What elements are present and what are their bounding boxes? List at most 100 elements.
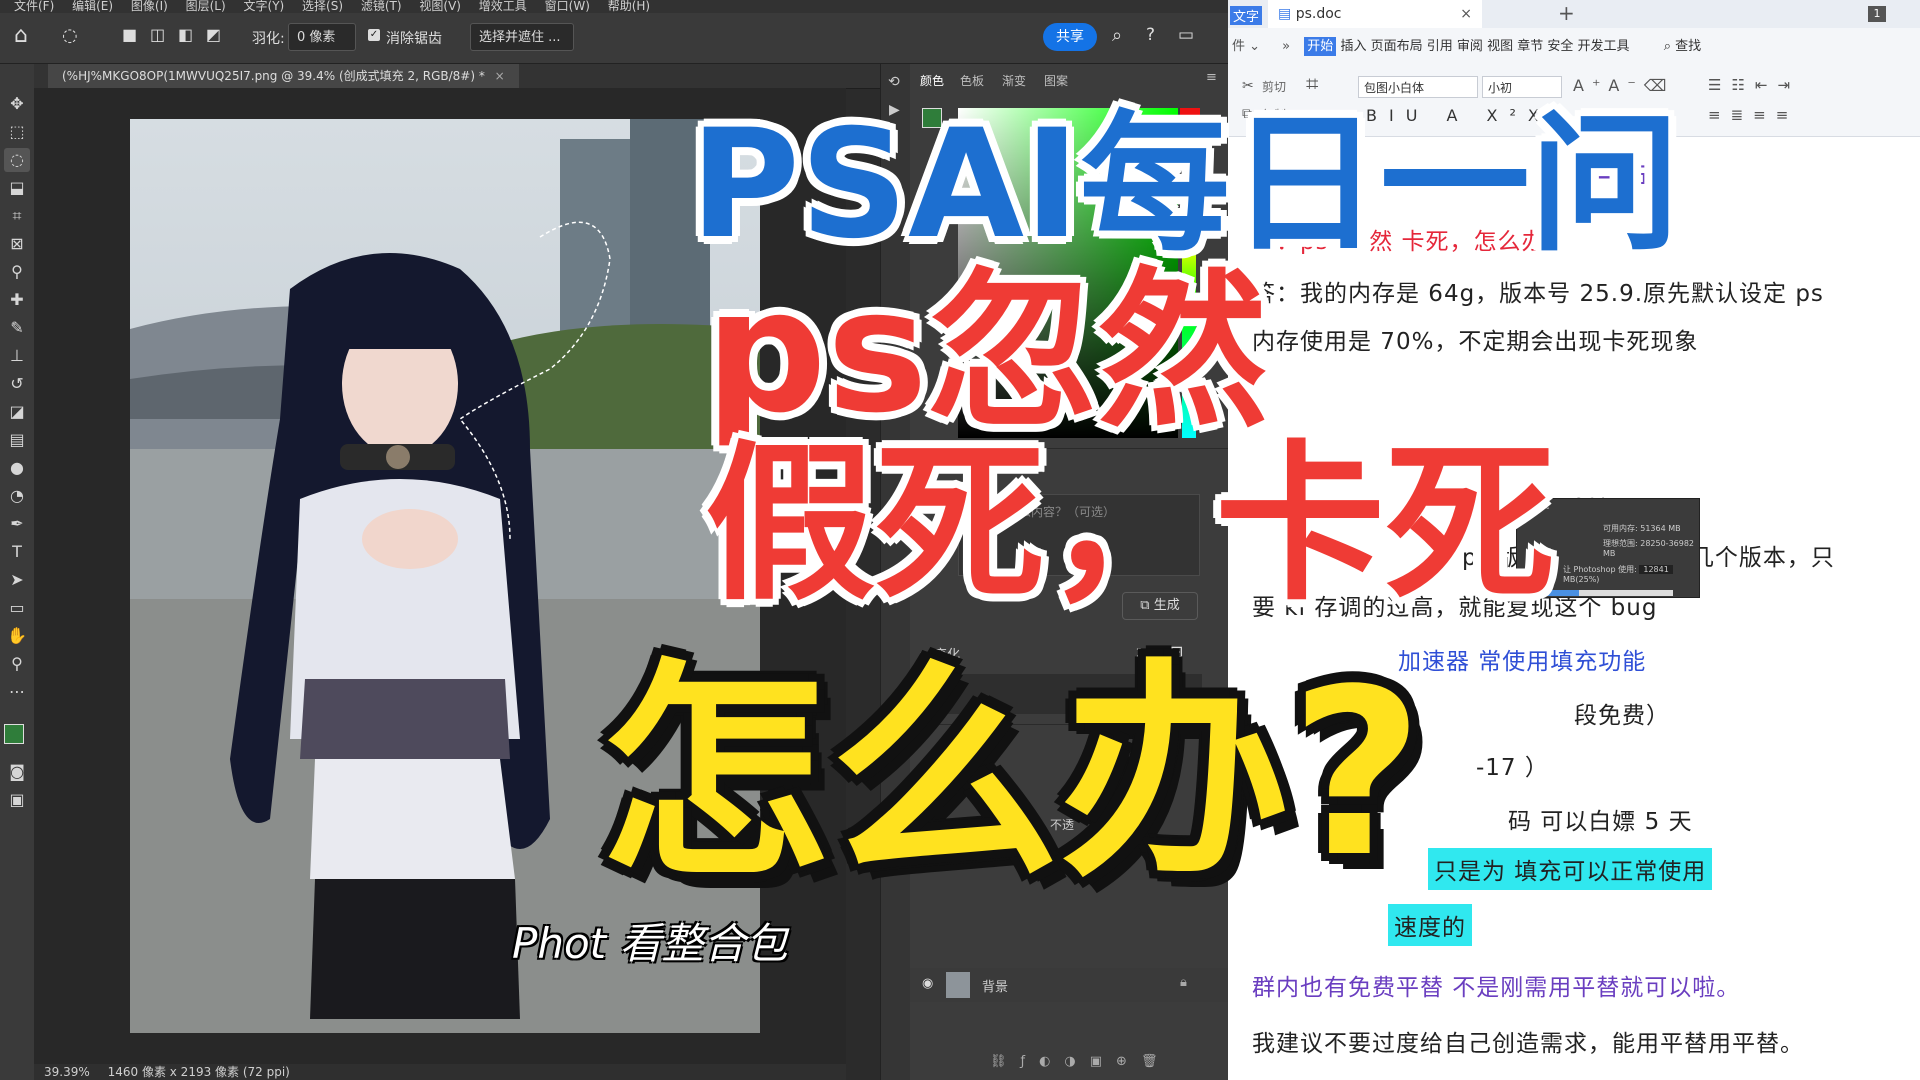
share-button[interactable]: 共享 [1043, 23, 1097, 51]
lasso-tool-icon[interactable]: ◌ [62, 25, 78, 46]
wps-search-label[interactable]: 查找 [1675, 39, 1701, 54]
menu-edit[interactable]: 编辑(E) [72, 0, 113, 13]
history-brush-icon[interactable]: ↺ [4, 372, 30, 396]
wps-file-menu-icon[interactable]: 件 ⌄ [1232, 39, 1260, 54]
subtract-selection-icon[interactable]: ◧ [178, 25, 193, 44]
ps-statusbar: 39.39% 1460 像素 x 2193 像素 (72 ppi) [34, 1064, 846, 1080]
close-doc-tab-icon[interactable]: × [1460, 0, 1472, 28]
search-icon[interactable]: ⌕ [1112, 25, 1122, 46]
healing-brush-icon[interactable]: ✚ [4, 288, 30, 312]
lasso-tool-icon[interactable]: ◌ [4, 148, 30, 172]
antialias-checkbox[interactable]: ✓ [368, 29, 380, 41]
font-size-tools[interactable]: A⁺A⁻⌫ [1573, 76, 1674, 95]
path-select-icon[interactable]: ➤ [4, 568, 30, 592]
menu-review[interactable]: 审阅 [1457, 39, 1483, 54]
doc-line-accelerator: 加速器 常使用填充功能 [1398, 649, 1647, 675]
wps-doc-tab[interactable]: ▤ ps.doc × [1268, 0, 1482, 28]
screen-mode-icon[interactable]: ▣ [4, 788, 30, 812]
menu-security[interactable]: 安全 [1547, 39, 1573, 54]
doc-line-17: -17 ） [1476, 755, 1549, 781]
mem-percent: MB(25%) [1563, 575, 1600, 584]
wps-left-tab[interactable]: 文字 [1230, 6, 1263, 25]
video-subtitle: Phot 看整合包 [512, 919, 788, 968]
home-icon[interactable]: ⌂ [14, 23, 28, 48]
mem-value: 12841 [1639, 565, 1673, 574]
blur-tool-icon[interactable]: ● [4, 456, 30, 480]
select-and-mask-button[interactable]: 选择并遮住 ... [470, 23, 574, 51]
new-selection-icon[interactable]: ■ [122, 25, 137, 44]
tab-gradients[interactable]: 渐变 [1002, 72, 1026, 89]
workspace-icon[interactable]: ▭ [1178, 25, 1194, 45]
add-selection-icon[interactable]: ◫ [150, 25, 165, 44]
menu-type[interactable]: 文字(Y) [244, 0, 285, 13]
feather-input[interactable]: 0 像素 [288, 23, 356, 51]
frame-tool-icon[interactable]: ⊠ [4, 232, 30, 256]
mem-let-ps-use: 让 Photoshop 使用: [1563, 565, 1637, 574]
search-icon[interactable]: ⌕ [1664, 39, 1671, 54]
zoom-tool-icon[interactable]: ⚲ [4, 652, 30, 676]
menu-help[interactable]: 帮助(H) [608, 0, 650, 13]
visibility-eye-icon[interactable]: ◉ [922, 976, 933, 991]
menu-reference[interactable]: 引用 [1427, 39, 1453, 54]
help-icon[interactable]: ? [1146, 25, 1155, 45]
intersect-selection-icon[interactable]: ◩ [206, 25, 221, 44]
crop-tool-icon[interactable]: ⌗ [4, 204, 30, 228]
layer-row-background[interactable]: ◉ 背景 🔒︎ [910, 968, 1228, 1002]
menu-insert[interactable]: 插入 [1340, 39, 1366, 54]
list-tools[interactable]: ☰☷⇤⇥ [1708, 76, 1800, 94]
quick-mask-icon[interactable]: ◙ [4, 760, 30, 784]
wps-expand-icon[interactable]: » [1282, 39, 1290, 54]
window-count-badge[interactable]: 1 [1868, 6, 1886, 22]
ps-options-bar: ⌂ ◌ ■ ◫ ◧ ◩ 羽化: 0 像素 ✓ 消除锯齿 选择并遮住 ... 共享… [0, 13, 1228, 64]
menu-file[interactable]: 文件(F) [14, 0, 54, 13]
eyedropper-icon[interactable]: ⚲ [4, 260, 30, 284]
menu-start[interactable]: 开始 [1304, 37, 1337, 56]
move-tool-icon[interactable]: ✥ [4, 92, 30, 116]
ps-menubar: 文件(F) 编辑(E) 图像(I) 图层(L) 文字(Y) 选择(S) 滤镜(T… [0, 0, 1228, 13]
foreground-color-swatch[interactable] [4, 724, 24, 744]
cut-label[interactable]: 剪切 [1262, 78, 1286, 95]
overlay-title-line4: 怎么办? [600, 641, 1424, 908]
tab-patterns[interactable]: 图案 [1044, 72, 1068, 89]
rectangle-tool-icon[interactable]: ▭ [4, 596, 30, 620]
tab-color[interactable]: 颜色 [920, 72, 944, 89]
doc-file-icon: ▤ [1278, 6, 1292, 22]
align-tools[interactable]: ≡≣≡≡ [1708, 106, 1798, 124]
document-tab[interactable]: (%HJ%MKGO8OP(1MWVUQ25I7.png @ 39.4% (创成式… [48, 64, 519, 88]
doc-line-5days: 码 可以白嫖 5 天 [1508, 809, 1693, 835]
gradient-tool-icon[interactable]: ▤ [4, 428, 30, 452]
menu-select[interactable]: 选择(S) [302, 0, 343, 13]
menu-window[interactable]: 窗口(W) [545, 0, 590, 13]
wps-tabbar: 文字 ▤ ps.doc × + 1 [1228, 0, 1920, 29]
panel-menu-icon[interactable]: ≡ [1206, 70, 1217, 85]
menu-layout[interactable]: 页面布局 [1371, 39, 1423, 54]
menu-image[interactable]: 图像(I) [131, 0, 168, 13]
status-zoom[interactable]: 39.39% [44, 1065, 90, 1079]
menu-section[interactable]: 章节 [1517, 39, 1543, 54]
menu-filter[interactable]: 滤镜(T) [361, 0, 402, 13]
cut-icon[interactable]: ✂ [1242, 78, 1254, 94]
close-tab-icon[interactable]: × [495, 69, 505, 83]
new-tab-icon[interactable]: + [1558, 1, 1575, 25]
marquee-tool-icon[interactable]: ⬚ [4, 120, 30, 144]
format-painter-icon[interactable]: ⌗ [1306, 72, 1318, 97]
menu-view[interactable]: 视图 [1487, 39, 1513, 54]
type-tool-icon[interactable]: T [4, 540, 30, 564]
font-size-select[interactable]: 小初 [1482, 76, 1562, 98]
object-select-icon[interactable]: ⬓ [4, 176, 30, 200]
more-tools-icon[interactable]: ⋯ [4, 680, 30, 704]
layer-actions-bar[interactable]: ⛓ƒ◐◑▣⊕🗑︎ [990, 1054, 1171, 1069]
menu-layer[interactable]: 图层(L) [186, 0, 226, 13]
pen-tool-icon[interactable]: ✒ [4, 512, 30, 536]
stamp-tool-icon[interactable]: ⊥ [4, 344, 30, 368]
brush-tool-icon[interactable]: ✎ [4, 316, 30, 340]
menu-devtools[interactable]: 开发工具 [1578, 39, 1630, 54]
hand-tool-icon[interactable]: ✋ [4, 624, 30, 648]
eraser-icon[interactable]: ◪ [4, 400, 30, 424]
menu-plugins[interactable]: 增效工具 [479, 0, 527, 13]
dodge-tool-icon[interactable]: ◔ [4, 484, 30, 508]
history-panel-icon[interactable]: ⟲ [888, 74, 900, 90]
font-name-select[interactable]: 包图小白体 [1358, 76, 1478, 98]
tab-swatches[interactable]: 色板 [960, 72, 984, 89]
menu-view[interactable]: 视图(V) [419, 0, 461, 13]
